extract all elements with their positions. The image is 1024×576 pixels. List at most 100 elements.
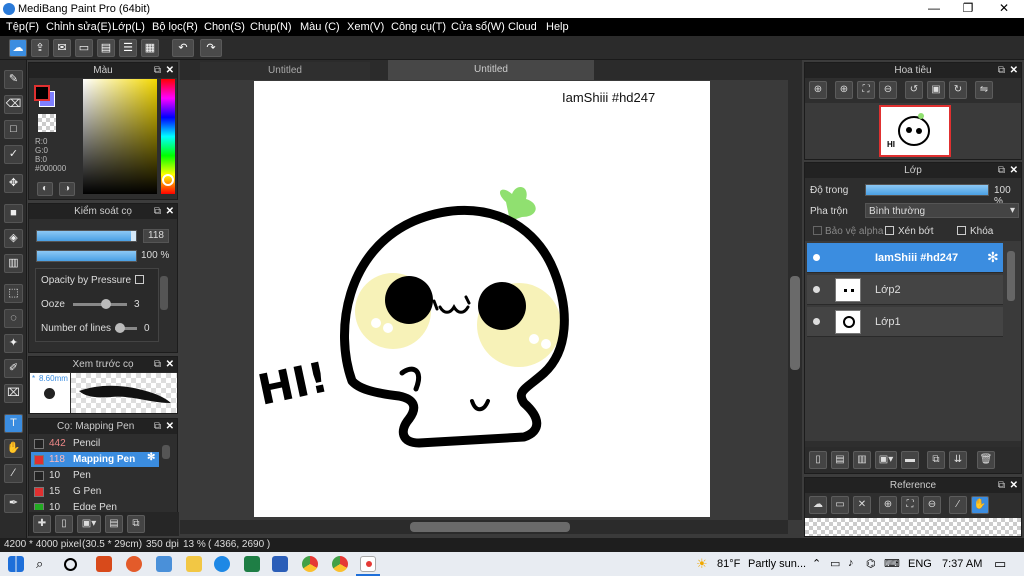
fill-rect-tool-icon[interactable]: ■ — [4, 204, 23, 223]
duplicate-layer-icon[interactable]: ⧉ — [927, 451, 945, 469]
hand-icon[interactable]: ✋ — [971, 496, 989, 514]
menu-color[interactable]: Màu (C) — [300, 21, 340, 33]
network-icon[interactable]: ⌬ — [866, 557, 876, 570]
brush-control-scrollbar[interactable] — [160, 276, 168, 310]
eraser-tool-icon[interactable]: ⌫ — [4, 95, 23, 114]
lasso-icon[interactable]: ◌ — [4, 309, 23, 328]
gear-icon[interactable]: ✻ — [147, 452, 155, 463]
add-brush-icon[interactable]: ✚ — [33, 515, 51, 533]
ooze-slider[interactable] — [73, 303, 127, 306]
layer-row-text[interactable]: IamShiii #hd247 ✻ — [807, 243, 1003, 273]
list-icon[interactable]: ☰ — [119, 39, 137, 57]
brush-list-scrollbar[interactable] — [162, 445, 170, 459]
pin-icon[interactable]: ⧉ — [154, 357, 161, 372]
redo-icon[interactable]: ↷ — [200, 39, 222, 57]
brush-item-pen[interactable]: 10 Pen — [31, 468, 159, 483]
menu-window[interactable]: Cửa sổ(W) — [451, 21, 505, 33]
rectangle-tool-icon[interactable]: □ — [4, 120, 23, 139]
pin-icon[interactable]: ⧉ — [154, 63, 161, 78]
menu-cloud[interactable]: Cloud — [508, 21, 537, 33]
fit-icon[interactable]: ⛶ — [857, 81, 875, 99]
comment-icon[interactable]: ✉ — [53, 39, 71, 57]
volume-icon[interactable]: ♪ — [848, 557, 854, 569]
opacity-pressure-checkbox[interactable] — [135, 275, 144, 284]
chrome-icon[interactable] — [302, 556, 318, 572]
notification-icon[interactable]: ▭ — [994, 556, 1006, 572]
reset-view-icon[interactable]: ▣ — [927, 81, 945, 99]
menu-file[interactable]: Tệp(F) — [6, 21, 39, 33]
color-wheel-icon[interactable]: ◑ — [59, 182, 75, 196]
zoom-in-icon[interactable]: ⊕ — [809, 81, 827, 99]
brush-size-slider[interactable] — [36, 230, 137, 242]
clock[interactable]: 7:37 AM — [942, 558, 982, 570]
brush-item-mapping-pen[interactable]: 118 Mapping Pen ✻ — [31, 452, 159, 467]
brush-opacity-slider[interactable] — [36, 250, 137, 262]
brush-item-g-pen[interactable]: 15 G Pen — [31, 484, 159, 499]
menu-help[interactable]: Help — [546, 21, 569, 33]
gradient-tool-icon[interactable]: ▥ — [4, 254, 23, 273]
ime-icon[interactable]: ⌨ — [884, 557, 900, 570]
chat-icon[interactable]: ▭ — [75, 39, 93, 57]
menu-capture[interactable]: Chụp(N) — [250, 21, 292, 33]
zoom-in-2-icon[interactable]: ⊕ — [835, 81, 853, 99]
blend-mode-select[interactable]: Bình thường ▾ — [865, 203, 1019, 218]
undo-icon[interactable]: ↶ — [172, 39, 194, 57]
close-icon[interactable]: ✕ — [166, 63, 174, 78]
language-indicator[interactable]: ENG — [908, 558, 932, 570]
brush-menu-icon[interactable]: ▣▾ — [77, 515, 101, 533]
pin-icon[interactable]: ⧉ — [154, 204, 161, 219]
rotate-left-icon[interactable]: ↺ — [905, 81, 923, 99]
close-icon[interactable]: ✕ — [1010, 163, 1018, 178]
navigator-preview[interactable]: HI — [805, 103, 1021, 159]
eye-icon[interactable] — [813, 254, 820, 261]
lock-checkbox[interactable] — [957, 226, 966, 235]
trash-icon[interactable]: 🗑 — [977, 451, 995, 469]
dot-tool-icon[interactable]: ✓ — [4, 145, 23, 164]
primary-color-swatch[interactable] — [34, 85, 50, 101]
menu-tools[interactable]: Công cụ(T) — [391, 21, 446, 33]
hand-tool-icon[interactable]: ✋ — [4, 439, 23, 458]
fit-icon[interactable]: ⛶ — [901, 496, 919, 514]
layer-menu-icon[interactable]: ▣▾ — [875, 451, 897, 469]
rotate-right-icon[interactable]: ↻ — [949, 81, 967, 99]
search-icon[interactable]: ⌕ — [36, 556, 52, 572]
close-icon[interactable]: ✕ — [1010, 478, 1018, 493]
vertical-scroll-thumb[interactable] — [790, 276, 800, 370]
medibang-taskbar-icon[interactable] — [360, 556, 376, 572]
folder-icon[interactable]: ▬ — [901, 451, 919, 469]
open-folder-icon[interactable]: ▭ — [831, 496, 849, 514]
grid-icon[interactable]: ▦ — [141, 39, 159, 57]
reference-canvas[interactable] — [805, 518, 1021, 536]
layer-opacity-slider[interactable] — [865, 184, 989, 196]
task-view-icon[interactable] — [64, 558, 77, 571]
export-icon[interactable]: ⇪ — [31, 39, 49, 57]
close-icon[interactable]: ✕ — [1010, 63, 1018, 78]
close-icon[interactable]: ✕ — [166, 357, 174, 372]
eye-icon[interactable] — [813, 286, 820, 293]
eyedropper-icon[interactable]: ⁄ — [4, 464, 23, 483]
minimize-button[interactable]: — — [916, 1, 952, 17]
edge-icon[interactable] — [214, 556, 230, 572]
new-halftone-layer-icon[interactable]: ▤ — [831, 451, 849, 469]
flip-icon[interactable]: ⇋ — [975, 81, 993, 99]
select-pen-icon[interactable]: ✐ — [4, 359, 23, 378]
layer-row-lop1[interactable]: Lớp1 — [807, 307, 1003, 337]
file-explorer-icon[interactable] — [186, 556, 202, 572]
chevron-up-icon[interactable]: ⌃ — [812, 557, 821, 570]
horizontal-scrollbar[interactable] — [180, 520, 788, 534]
zoom-in-icon[interactable]: ⊕ — [879, 496, 897, 514]
pen-tool-icon[interactable]: ✒ — [4, 494, 23, 513]
excel-icon[interactable] — [244, 556, 260, 572]
cloud-upload-icon[interactable]: ☁ — [809, 496, 827, 514]
tab-untitled-2[interactable]: Untitled — [388, 60, 594, 80]
select-eraser-icon[interactable]: ⌧ — [4, 384, 23, 403]
new-brush-icon[interactable]: ▯ — [55, 515, 73, 533]
layer-row-lop2[interactable]: Lớp2 — [807, 275, 1003, 305]
move-tool-icon[interactable]: ✥ — [4, 174, 23, 193]
pin-icon[interactable]: ⧉ — [154, 419, 161, 434]
app-icon-2[interactable] — [126, 556, 142, 572]
zoom-out-icon[interactable]: ⊖ — [923, 496, 941, 514]
gear-icon[interactable]: ✻ — [987, 249, 999, 266]
close-reference-icon[interactable]: ✕ — [853, 496, 871, 514]
brush-item-edge-pen[interactable]: 10 Edge Pen — [31, 500, 159, 510]
